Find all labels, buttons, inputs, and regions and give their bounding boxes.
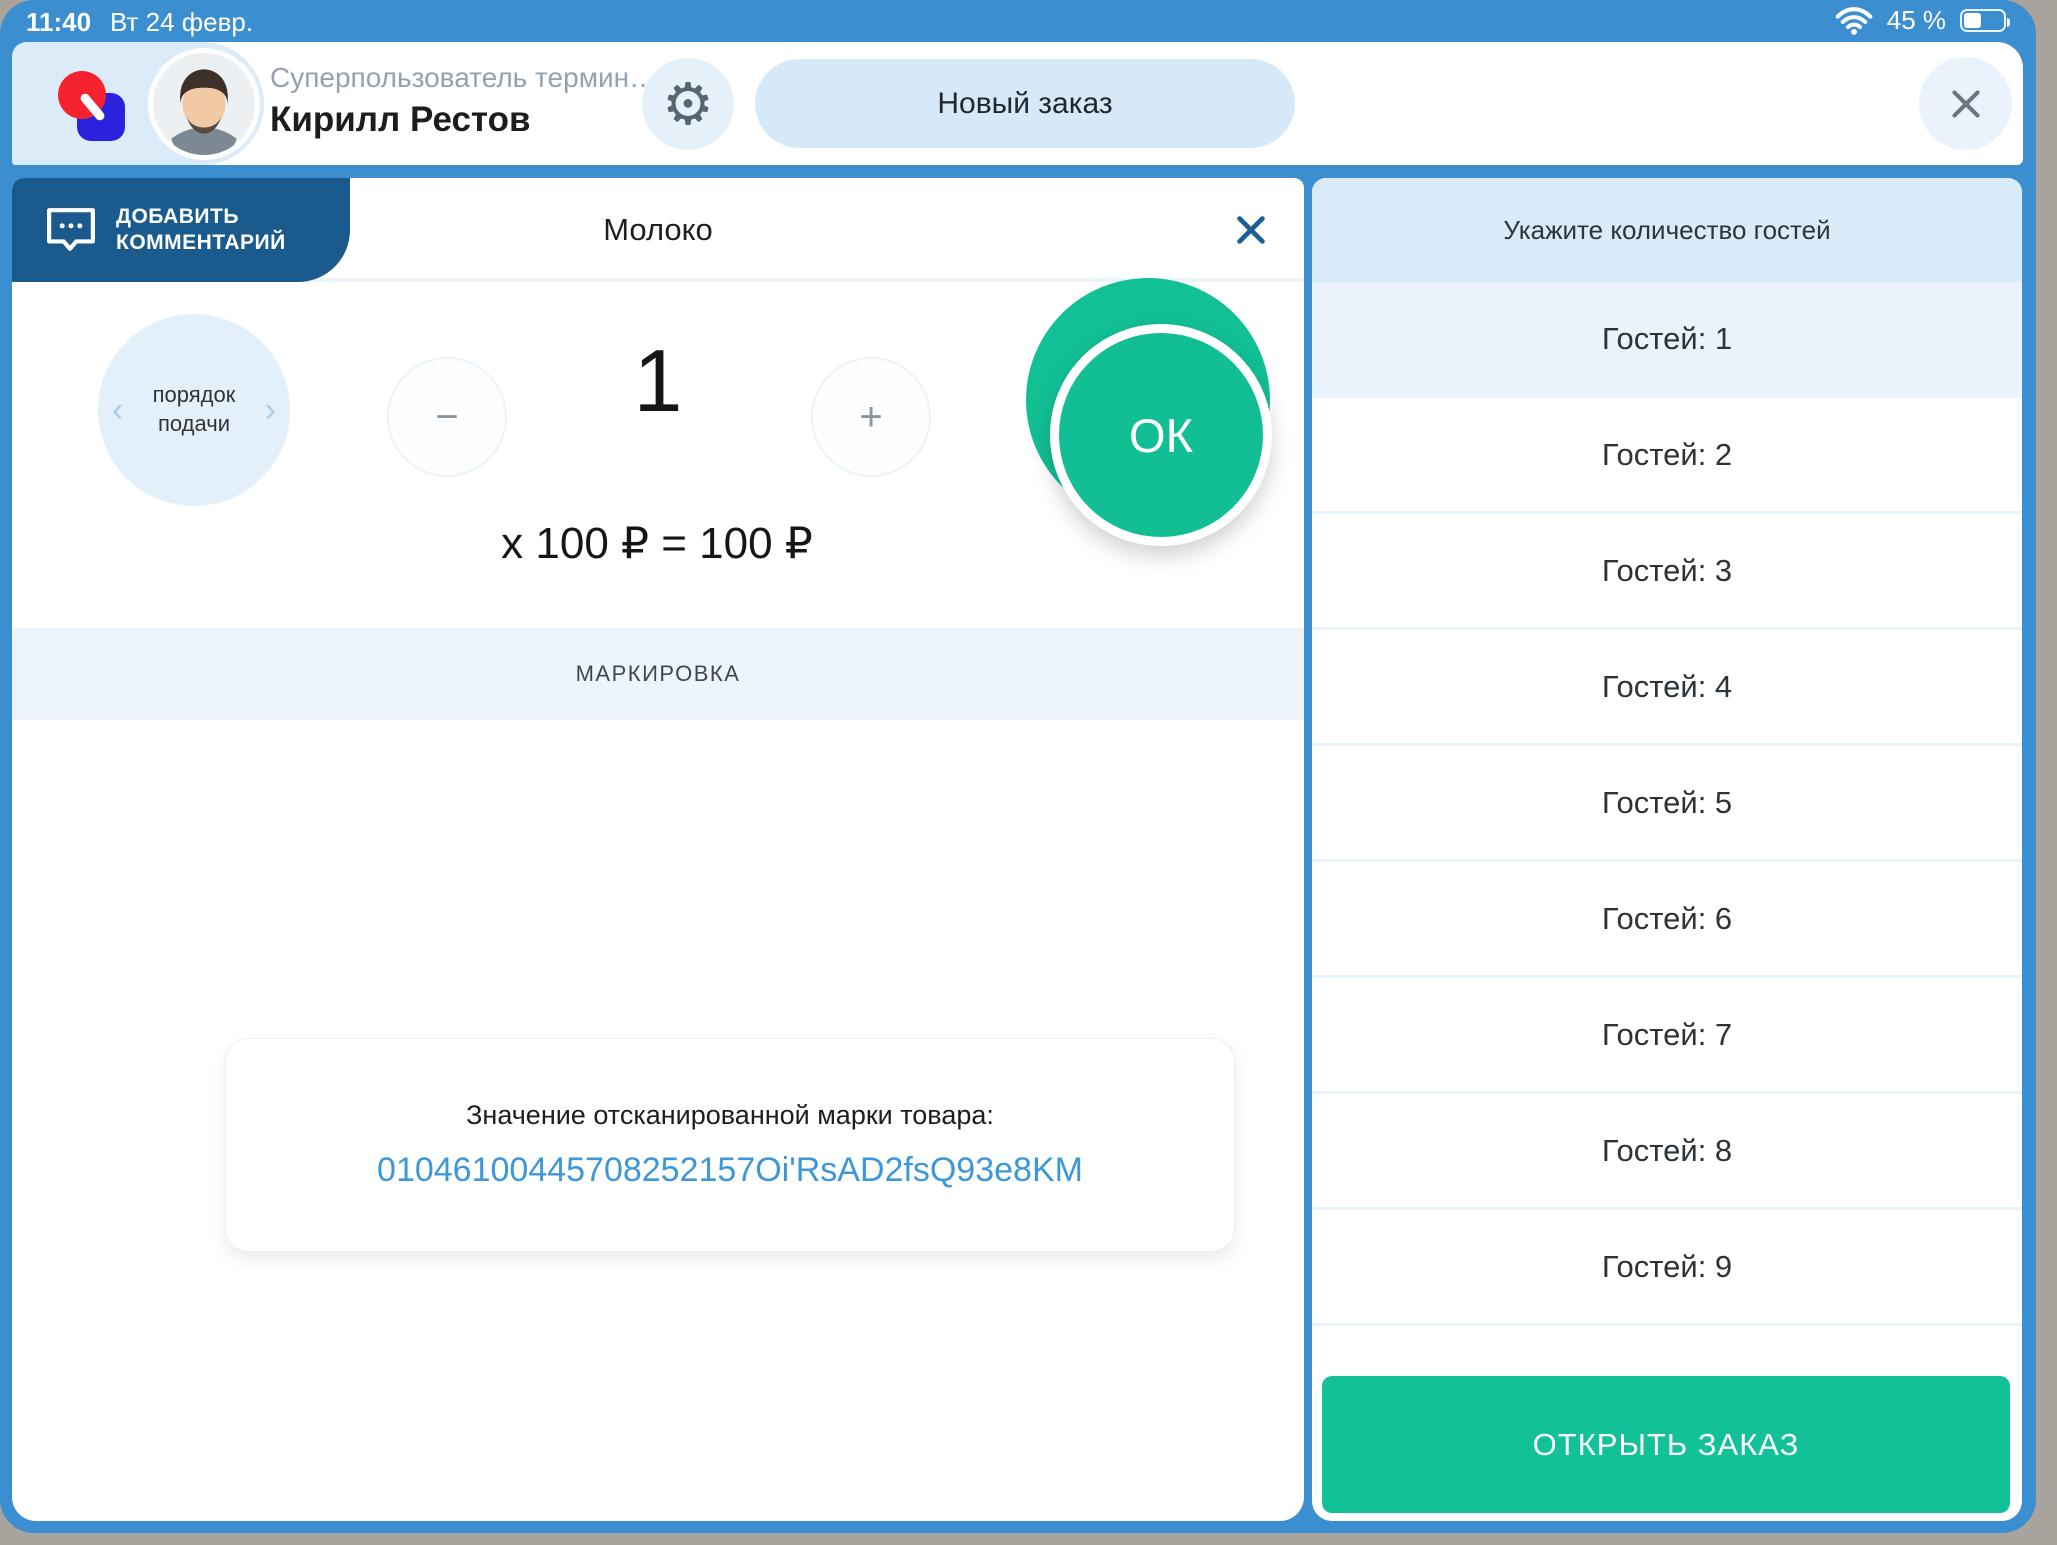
add-comment-line2: КОММЕНТАРИЙ bbox=[116, 230, 286, 256]
serve-order-selector[interactable]: ‹ порядок подачи › bbox=[98, 314, 290, 506]
scanned-mark-value: 01046100445708252157Oi'RsAD2fsQ93e8KM bbox=[377, 1151, 1083, 1190]
status-bar: 11:40 Вт 24 февр. 45 % bbox=[0, 0, 2036, 42]
wifi-icon bbox=[1835, 7, 1873, 35]
plus-icon: + bbox=[859, 395, 882, 440]
guest-count-option[interactable]: Гостей: 4 bbox=[1312, 630, 2022, 746]
user-name: Кирилл Рестов bbox=[270, 100, 657, 140]
chevron-left-icon[interactable]: ‹ bbox=[112, 314, 123, 506]
status-time: 11:40 bbox=[26, 7, 91, 38]
battery-percent: 45 % bbox=[1887, 5, 1946, 36]
guest-count-option[interactable]: Гостей: 7 bbox=[1312, 978, 2022, 1094]
add-comment-line1: ДОБАВИТЬ bbox=[116, 204, 286, 230]
ok-label: ОК bbox=[1129, 408, 1193, 463]
gear-icon: ⚙ bbox=[662, 75, 714, 133]
comment-icon bbox=[46, 207, 96, 253]
scanned-mark-label: Значение отсканированной марки товара: bbox=[466, 1100, 994, 1131]
guest-count-option[interactable]: Гостей: 9 bbox=[1312, 1210, 2022, 1326]
order-tab[interactable]: Новый заказ bbox=[755, 59, 1295, 148]
app-header: Суперпользователь термин… Кирилл Рестов … bbox=[12, 42, 2023, 165]
ok-button[interactable]: ОК bbox=[1026, 286, 1298, 592]
guest-count-option[interactable]: Гостей: 1 bbox=[1312, 282, 2022, 398]
user-role: Суперпользователь термин… bbox=[270, 62, 657, 94]
product-panel: Молоко ДОБАВИТЬ КОММЕНТАРИЙ bbox=[12, 178, 1304, 1521]
product-panel-header: Молоко ДОБАВИТЬ КОММЕНТАРИЙ bbox=[12, 178, 1304, 282]
open-order-button[interactable]: ОТКРЫТЬ ЗАКАЗ bbox=[1322, 1376, 2010, 1513]
order-tab-label: Новый заказ bbox=[937, 87, 1112, 121]
close-icon bbox=[1232, 211, 1270, 249]
guest-count-option[interactable]: Гостей: 8 bbox=[1312, 1094, 2022, 1210]
minus-icon: − bbox=[435, 395, 458, 440]
marking-section-header: МАРКИРОВКА bbox=[12, 628, 1304, 720]
quickresto-logo bbox=[58, 71, 128, 143]
quantity-section: ‹ порядок подачи › − 1 + ОК bbox=[12, 286, 1304, 628]
open-order-label: ОТКРЫТЬ ЗАКАЗ bbox=[1533, 1427, 1800, 1463]
avatar[interactable] bbox=[153, 53, 255, 155]
close-icon bbox=[1945, 83, 1987, 125]
quantity-plus-button[interactable]: + bbox=[811, 357, 931, 477]
guest-count-option[interactable]: Гостей: 5 bbox=[1312, 746, 2022, 862]
add-comment-button[interactable]: ДОБАВИТЬ КОММЕНТАРИЙ bbox=[12, 178, 350, 282]
screen: 11:40 Вт 24 февр. 45 % bbox=[0, 0, 2057, 1545]
guest-count-option[interactable]: Гостей: 6 bbox=[1312, 862, 2022, 978]
app-frame: 11:40 Вт 24 февр. 45 % bbox=[0, 0, 2036, 1533]
price-calculation: x 100 ₽ = 100 ₽ bbox=[332, 518, 982, 569]
scanned-mark-card: Значение отсканированной марки товара: 0… bbox=[225, 1038, 1235, 1252]
guests-panel: Укажите количество гостей Гостей: 1Госте… bbox=[1312, 178, 2022, 1521]
guest-count-option[interactable]: Гостей: 3 bbox=[1312, 514, 2022, 630]
settings-button[interactable]: ⚙ bbox=[642, 58, 734, 150]
quantity-value: 1 bbox=[572, 330, 744, 432]
chevron-right-icon[interactable]: › bbox=[265, 314, 276, 506]
header-close-button[interactable] bbox=[1919, 57, 2012, 150]
serve-order-line2: подачи bbox=[153, 410, 236, 439]
guests-panel-title: Укажите количество гостей bbox=[1312, 178, 2022, 282]
battery-icon bbox=[1960, 9, 2006, 32]
status-date: Вт 24 февр. bbox=[110, 7, 253, 38]
serve-order-line1: порядок bbox=[153, 381, 236, 410]
guest-count-list: Гостей: 1Гостей: 2Гостей: 3Гостей: 4Гост… bbox=[1312, 282, 2022, 1326]
quantity-minus-button[interactable]: − bbox=[387, 357, 507, 477]
guest-count-option[interactable]: Гостей: 2 bbox=[1312, 398, 2022, 514]
product-close-button[interactable] bbox=[1232, 211, 1270, 249]
